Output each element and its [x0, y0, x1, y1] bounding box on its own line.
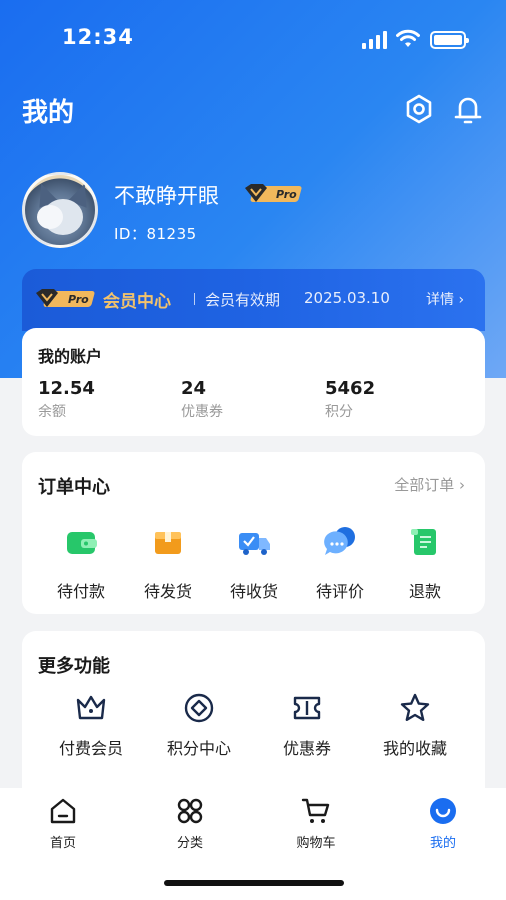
account-title: 我的账户: [38, 347, 103, 366]
favorites-item[interactable]: 我的收藏: [365, 691, 465, 759]
tab-label: 分类: [176, 836, 203, 851]
paid-membership-item[interactable]: 付费会员: [41, 691, 141, 759]
more-label: 我的收藏: [382, 739, 447, 758]
more-label: 付费会员: [58, 739, 123, 758]
home-indicator: [164, 880, 344, 886]
orders-card: 订单中心 全部订单 › 待付款 待发货 待收货 待评价 退款: [22, 452, 485, 614]
package-icon: [155, 532, 181, 554]
svg-text:Pro: Pro: [276, 188, 297, 201]
coupon-stat[interactable]: 24 优惠券: [181, 378, 223, 421]
home-icon: [50, 798, 76, 824]
points-label: 积分: [325, 404, 353, 420]
cellular-signal-icon: [362, 31, 388, 49]
chat-bubble-icon: [324, 527, 355, 555]
wallet-icon: [67, 532, 97, 554]
status-bar: 12:34: [0, 22, 506, 56]
bell-icon[interactable]: [452, 93, 484, 125]
orders-title: 订单中心: [38, 477, 110, 498]
order-refund[interactable]: 退款: [385, 522, 465, 602]
vip-title: 会员中心: [103, 292, 171, 312]
tab-label: 我的: [429, 836, 456, 851]
tab-category[interactable]: 分类: [150, 796, 230, 851]
profile-name: 不敢睁开眼: [114, 184, 219, 208]
tab-label: 首页: [49, 836, 76, 851]
vip-expiry-label: 会员有效期: [205, 291, 281, 309]
order-pending-shipment[interactable]: 待发货: [128, 522, 208, 602]
refund-receipt-icon: [411, 529, 436, 555]
order-pending-receipt[interactable]: 待收货: [214, 522, 294, 602]
more-title: 更多功能: [38, 656, 110, 677]
svg-text:Pro: Pro: [68, 293, 89, 306]
vip-detail-link[interactable]: 详情 ›: [426, 289, 464, 309]
balance-value: 12.54: [38, 378, 95, 399]
battery-icon: [430, 31, 469, 49]
order-pending-payment[interactable]: 待付款: [41, 522, 121, 602]
more-label: 优惠券: [282, 739, 331, 758]
pro-badge: Pro: [36, 289, 95, 307]
coupon-item[interactable]: 优惠券: [257, 691, 357, 759]
balance-stat[interactable]: 12.54 余额: [38, 378, 95, 421]
delivery-truck-icon: [239, 533, 270, 555]
crown-icon: [76, 695, 106, 720]
pro-badge: Pro: [245, 184, 302, 202]
points-stat[interactable]: 5462 积分: [325, 378, 375, 421]
order-label: 待收货: [229, 582, 278, 601]
settings-icon[interactable]: [403, 93, 435, 125]
coupon-icon: [293, 696, 321, 720]
category-grid-icon: [177, 798, 203, 824]
profile-smile-icon: [430, 798, 456, 824]
order-label: 退款: [408, 582, 441, 601]
divider: [194, 293, 195, 305]
tab-home[interactable]: 首页: [23, 796, 103, 851]
vip-center-banner[interactable]: Pro 会员中心 会员有效期 2025.03.10 详情 ›: [22, 269, 485, 331]
balance-label: 余额: [38, 404, 66, 420]
profile-id: ID：81235: [114, 225, 197, 243]
page-title: 我的: [22, 98, 75, 128]
points-center-item[interactable]: 积分中心: [149, 691, 249, 759]
status-time: 12:34: [62, 25, 134, 49]
vip-expiry-date: 2025.03.10: [304, 289, 390, 307]
tab-profile[interactable]: 我的: [403, 796, 483, 851]
wifi-icon: [396, 29, 420, 47]
order-label: 待付款: [56, 582, 105, 601]
cart-icon: [301, 798, 330, 823]
star-icon: [400, 693, 430, 721]
more-label: 积分中心: [166, 739, 231, 758]
tab-label: 购物车: [296, 836, 336, 851]
tab-cart[interactable]: 购物车: [276, 796, 356, 851]
order-label: 待发货: [143, 582, 192, 601]
more-features-card: 更多功能 付费会员 积分中心 优惠券 我的收藏: [22, 631, 485, 806]
avatar[interactable]: [22, 172, 98, 248]
coupon-label: 优惠券: [181, 404, 223, 420]
coupon-value: 24: [181, 378, 207, 399]
order-label: 待评价: [315, 582, 364, 601]
points-value: 5462: [325, 378, 376, 399]
points-coin-icon: [184, 693, 214, 723]
order-pending-review[interactable]: 待评价: [300, 522, 380, 602]
all-orders-link[interactable]: 全部订单 ›: [394, 474, 465, 495]
account-card: 我的账户 12.54 余额 24 优惠券 5462 积分: [22, 328, 485, 436]
